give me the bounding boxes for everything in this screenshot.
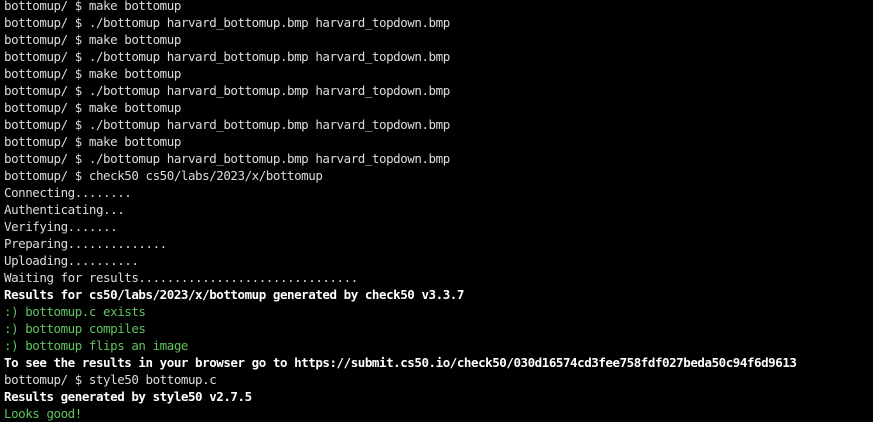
command-line: bottomup/ $ check50 cs50/labs/2023/x/bot…	[4, 168, 323, 183]
command-line: bottomup/ $ make bottomup	[4, 32, 181, 47]
output-line: Uploading..........	[4, 253, 139, 268]
command-line: bottomup/ $ make bottomup	[4, 0, 181, 13]
command-line: bottomup/ $ ./bottomup harvard_bottomup.…	[4, 15, 450, 30]
command-line: bottomup/ $ ./bottomup harvard_bottomup.…	[4, 117, 450, 132]
style-result: Looks good!	[4, 406, 82, 421]
terminal-window[interactable]: bottomup/ $ make bottomup bottomup/ $ ./…	[0, 0, 873, 421]
command-line: bottomup/ $ style50 bottomup.c	[4, 372, 217, 387]
results-heading: Results generated by style50 v2.7.5	[4, 389, 252, 404]
command-line: bottomup/ $ make bottomup	[4, 66, 181, 81]
check-result: :) bottomup compiles	[4, 321, 146, 336]
check-result: :) bottomup flips an image	[4, 338, 188, 353]
command-line: bottomup/ $ ./bottomup harvard_bottomup.…	[4, 49, 450, 64]
results-heading: Results for cs50/labs/2023/x/bottomup ge…	[4, 287, 464, 302]
results-link-line[interactable]: To see the results in your browser go to…	[4, 354, 873, 371]
output-line: Verifying.......	[4, 219, 118, 234]
output-line: Waiting for results.....................…	[4, 270, 358, 285]
command-line: bottomup/ $ make bottomup	[4, 100, 181, 115]
command-line: bottomup/ $ ./bottomup harvard_bottomup.…	[4, 151, 450, 166]
output-line: Authenticating...	[4, 202, 125, 217]
output-line: Connecting........	[4, 185, 132, 200]
command-line: bottomup/ $ make bottomup	[4, 134, 181, 149]
check-result: :) bottomup.c exists	[4, 304, 146, 319]
output-line: Preparing..............	[4, 236, 167, 251]
command-line: bottomup/ $ ./bottomup harvard_bottomup.…	[4, 83, 450, 98]
